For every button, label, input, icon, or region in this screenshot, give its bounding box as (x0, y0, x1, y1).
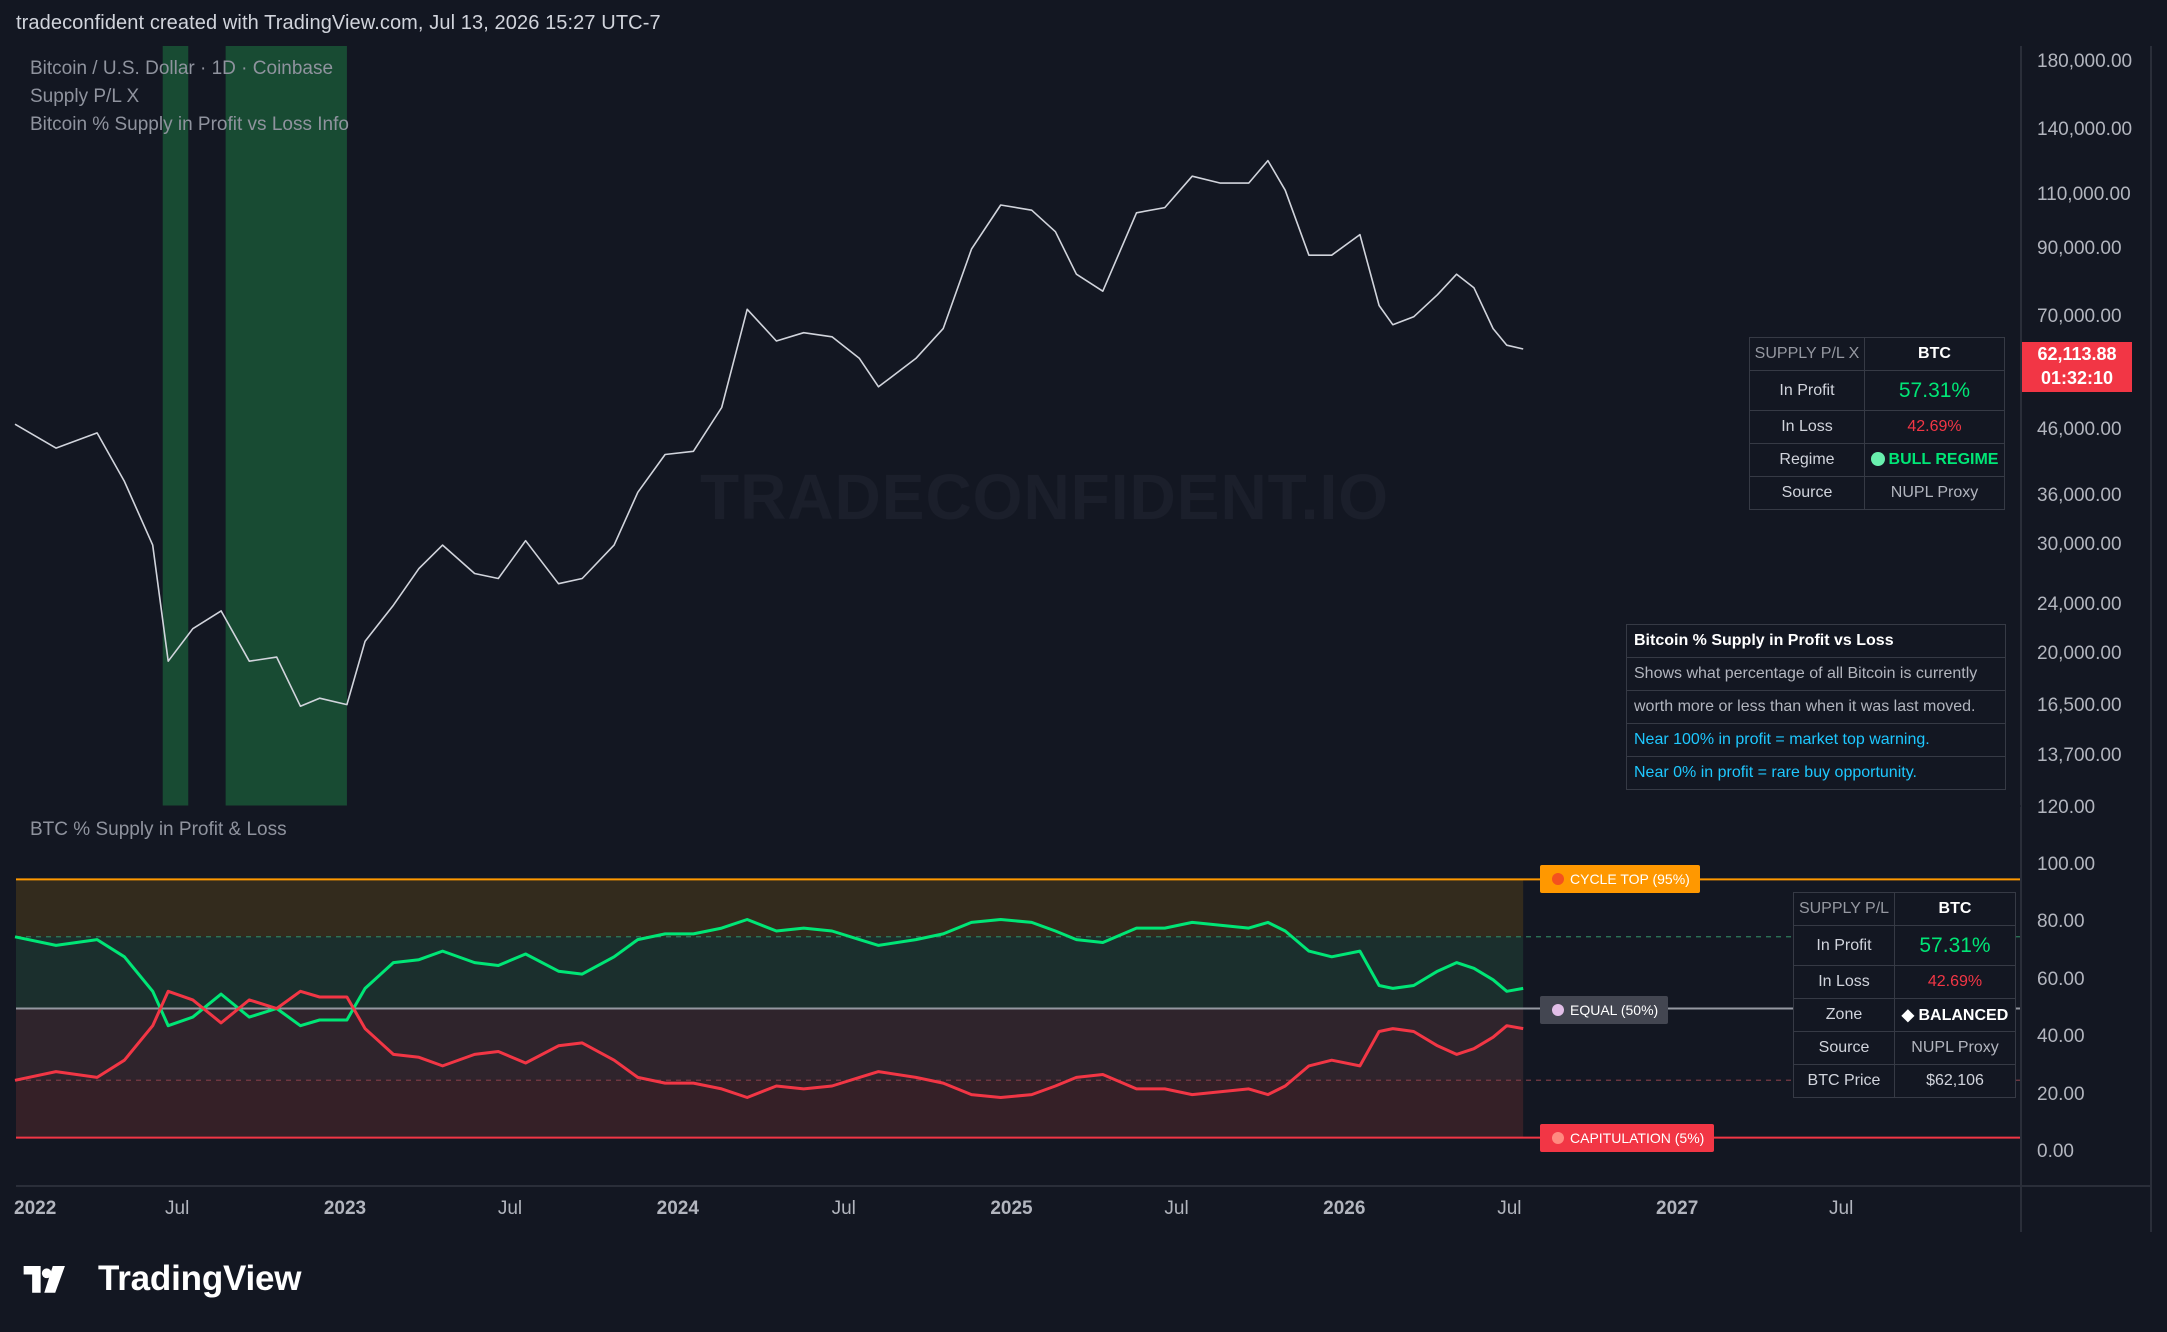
row-label: In Loss (1749, 410, 1865, 444)
legend-symbol[interactable]: Bitcoin / U.S. Dollar · 1D · Coinbase (30, 58, 333, 80)
supply-pl-x-table: SUPPLY P/L X BTC In Profit 57.31% In Los… (1749, 337, 2005, 510)
supply-info-box: Bitcoin % Supply in Profit vs Loss Shows… (1626, 624, 2006, 790)
row-label: Source (1749, 476, 1865, 510)
time-tick-label: Jul (1829, 1198, 1854, 1219)
table-header-left: SUPPLY P/L (1793, 892, 1895, 926)
highlight-band (225, 46, 347, 806)
price-tick-label: 36,000.00 (2037, 485, 2122, 506)
equal-dot-icon (1552, 1004, 1564, 1016)
lower-pane-title[interactable]: BTC % Supply in Profit & Loss (30, 819, 287, 841)
price-tick-label: 110,000.00 (2037, 184, 2131, 206)
btc-price-value: $62,106 (1894, 1064, 2016, 1098)
time-tick-label: 2022 (14, 1198, 57, 1219)
cycle-top-label[interactable]: CYCLE TOP (95%) (1540, 865, 1700, 893)
row-label: In Profit (1749, 370, 1865, 411)
price-tick-label: 46,000.00 (2037, 418, 2122, 440)
info-line-buy-opportunity: Near 0% in profit = rare buy opportunity… (1627, 756, 2005, 789)
percent-tick-label: 60.00 (2037, 968, 2085, 990)
price-tick-label: 16,500.00 (2037, 695, 2122, 717)
cycle-top-dot-icon (1552, 873, 1564, 885)
percent-tick-label: 80.00 (2037, 911, 2085, 933)
time-tick-label: 2027 (1656, 1198, 1699, 1219)
percent-tick-label: 100.00 (2037, 854, 2096, 875)
legend-indicator-2[interactable]: Bitcoin % Supply in Profit vs Loss Info (30, 114, 349, 136)
table-header-right: BTC (1864, 337, 2005, 371)
loss-value: 42.69% (1864, 410, 2005, 444)
table-header-right: BTC (1894, 892, 2016, 926)
time-tick-label: 2026 (1323, 1198, 1366, 1219)
regime-cell: BULL REGIME (1864, 443, 2005, 477)
table-header-left: SUPPLY P/L X (1749, 337, 1865, 371)
source-value: NUPL Proxy (1864, 476, 2005, 510)
price-tick-label: 70,000.00 (2037, 305, 2122, 327)
capitulation-text: CAPITULATION (5%) (1570, 1130, 1705, 1146)
row-label: In Loss (1793, 965, 1895, 999)
regime-dot-icon (1870, 452, 1885, 466)
time-tick-label: Jul (1497, 1198, 1522, 1219)
footer-bar: TradingView (0, 1232, 2167, 1332)
brand-name: TradingView (98, 1259, 302, 1298)
row-label: In Profit (1793, 925, 1895, 966)
row-label: Source (1793, 1031, 1895, 1065)
profit-zone (16, 936, 1524, 1009)
cycle-top-text: CYCLE TOP (95%) (1570, 871, 1690, 887)
zone-value: ◆ BALANCED (1894, 998, 2016, 1032)
percent-tick-label: 40.00 (2037, 1026, 2085, 1048)
capitulation-label[interactable]: CAPITULATION (5%) (1540, 1124, 1715, 1152)
row-label: Regime (1749, 443, 1865, 477)
bar-countdown: 01:32:10 (2040, 368, 2114, 388)
tradingview-logo[interactable]: TradingView (18, 1258, 418, 1308)
profit-value: 57.31% (1864, 370, 2005, 411)
price-tick-label: 180,000.00 (2037, 51, 2133, 73)
time-tick-label: Jul (497, 1198, 523, 1219)
profit-value: 57.31% (1894, 925, 2016, 966)
info-title: Bitcoin % Supply in Profit vs Loss (1634, 632, 1894, 649)
percent-tick-label: 20.00 (2037, 1083, 2085, 1105)
time-tick-label: Jul (1164, 1198, 1189, 1219)
price-tick-label: 30,000.00 (2037, 534, 2122, 556)
time-tick-label: 2023 (323, 1198, 367, 1219)
equal-label[interactable]: EQUAL (50%) (1540, 996, 1669, 1024)
last-price-label: 62,113.88 01:32:10 (2022, 342, 2132, 392)
percent-tick-label: 120.00 (2037, 796, 2096, 818)
supply-pl-table: SUPPLY P/L BTC In Profit 57.31% In Loss … (1793, 892, 2016, 1098)
last-price-value: 62,113.88 (2037, 344, 2117, 364)
time-tick-label: 2024 (656, 1198, 699, 1219)
price-tick-label: 140,000.00 (2037, 119, 2133, 141)
price-tick-label: 20,000.00 (2037, 643, 2122, 665)
info-line: worth more or less than when it was last… (1627, 690, 2005, 723)
source-value: NUPL Proxy (1894, 1031, 2016, 1065)
time-tick-label: Jul (165, 1198, 190, 1219)
loss-value: 42.69% (1894, 965, 2016, 999)
info-line: Shows what percentage of all Bitcoin is … (1627, 657, 2005, 690)
time-tick-label: 2025 (990, 1198, 1033, 1219)
capitulation-dot-icon (1552, 1132, 1564, 1144)
row-label: BTC Price (1793, 1064, 1895, 1098)
equal-text: EQUAL (50%) (1570, 1002, 1659, 1018)
loss-zone (16, 1008, 1524, 1081)
regime-value: BULL REGIME (1888, 451, 1999, 468)
time-tick-label: Jul (831, 1198, 856, 1219)
price-tick-label: 90,000.00 (2037, 238, 2122, 260)
legend-indicator-1[interactable]: Supply P/L X (30, 86, 139, 108)
tradingview-logo-icon (23, 1266, 65, 1293)
highlight-band (162, 46, 189, 806)
info-line-top-warning: Near 100% in profit = market top warning… (1627, 723, 2005, 756)
row-label: Zone (1793, 998, 1895, 1032)
price-tick-label: 24,000.00 (2037, 594, 2122, 616)
price-tick-label: 13,700.00 (2037, 745, 2122, 767)
watermark: TRADECONFIDENT.IO (700, 461, 1389, 533)
percent-tick-label: 0.00 (2037, 1141, 2074, 1162)
